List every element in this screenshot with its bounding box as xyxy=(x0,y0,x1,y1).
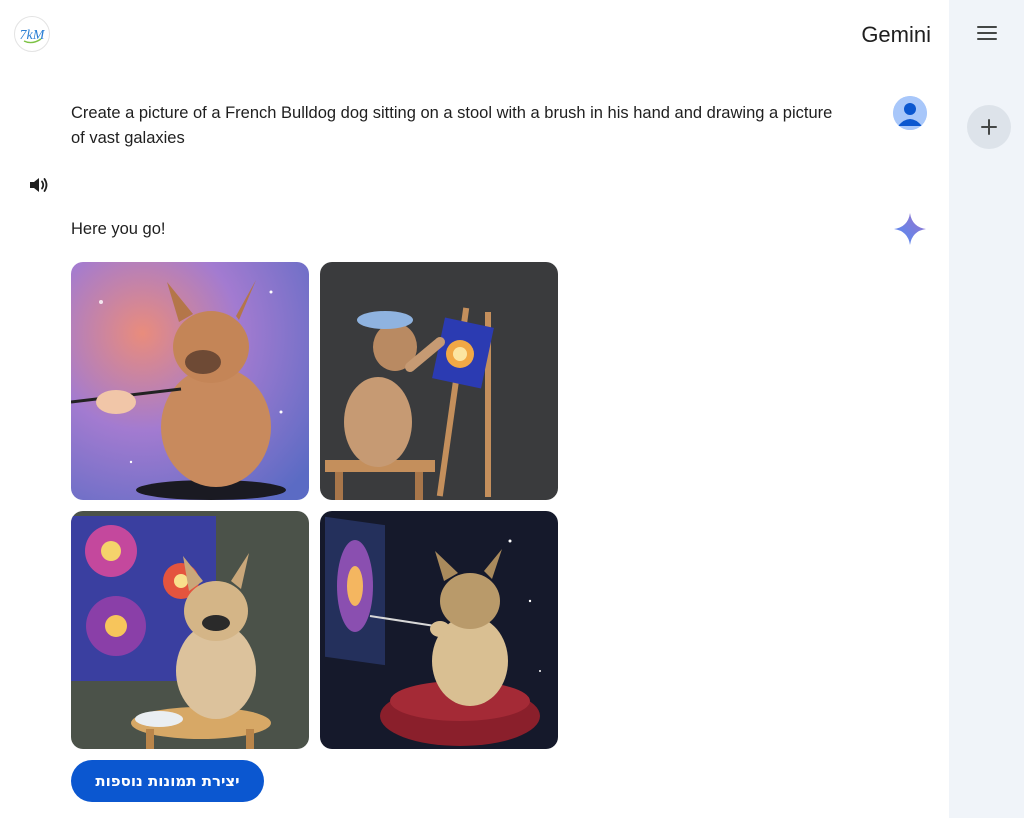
account-logo[interactable]: 7kM xyxy=(14,16,50,52)
logo-text: 7kM xyxy=(20,28,46,43)
app-title: Gemini xyxy=(861,22,931,47)
generated-image-4[interactable] xyxy=(320,511,558,749)
generated-image-1[interactable] xyxy=(71,262,309,500)
person-icon xyxy=(893,96,927,130)
user-prompt: Create a picture of a French Bulldog dog… xyxy=(71,104,833,147)
generated-image-2[interactable] xyxy=(320,262,558,500)
speaker-icon[interactable] xyxy=(28,175,50,195)
generate-more-images-button[interactable]: יצירת תמונות נוספות xyxy=(71,760,264,802)
plus-icon xyxy=(981,119,997,135)
image-grid xyxy=(71,262,558,749)
new-chat-button[interactable] xyxy=(967,105,1011,149)
hamburger-menu-icon[interactable] xyxy=(974,20,1000,46)
logo-mark: 7kM xyxy=(20,28,46,44)
gemini-spark-icon xyxy=(893,212,927,246)
user-avatar xyxy=(893,96,927,130)
response-text: Here you go! xyxy=(71,220,166,238)
generated-image-3[interactable] xyxy=(71,511,309,749)
